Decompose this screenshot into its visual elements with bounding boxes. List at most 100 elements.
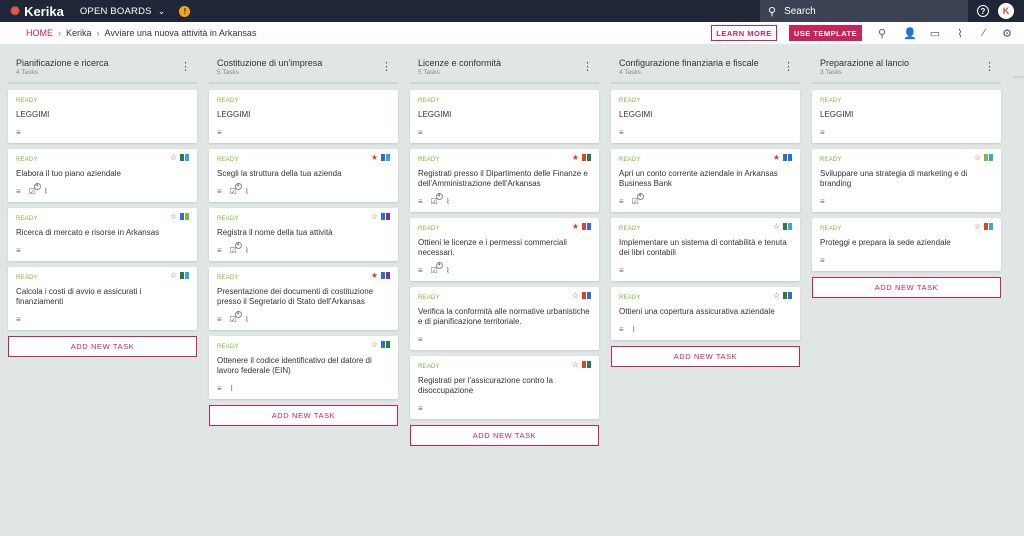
task-card[interactable]: READY Registrati per l'assicurazione cont… bbox=[410, 356, 599, 419]
column-task-count: 4 Tasks bbox=[619, 69, 641, 76]
more-vert-icon[interactable]: ⋮ bbox=[180, 62, 191, 73]
star-filled-icon[interactable]: ★ bbox=[371, 271, 378, 280]
checklist-count: 4 bbox=[33, 182, 41, 190]
search-input[interactable] bbox=[784, 5, 955, 17]
description-icon: ≡ bbox=[619, 324, 624, 334]
star-outline-icon[interactable]: ☆ bbox=[572, 291, 579, 300]
add-new-task-button[interactable]: ADD NEW TASK bbox=[611, 346, 800, 367]
add-person-icon[interactable]: 👤 bbox=[903, 26, 917, 40]
star-outline-icon[interactable]: ☆ bbox=[974, 153, 981, 162]
add-new-task-button[interactable]: ADD NEW TASK bbox=[812, 277, 1001, 298]
task-status: READY bbox=[820, 98, 842, 104]
star-outline-icon[interactable]: ☆ bbox=[170, 212, 177, 221]
bookmark-flag-icon bbox=[989, 154, 993, 161]
add-new-task-button[interactable]: ADD NEW TASK bbox=[410, 425, 599, 446]
description-icon: ≡ bbox=[16, 314, 21, 324]
task-card[interactable]: READY Apri un conto corrente aziendale in… bbox=[611, 149, 800, 212]
breadcrumb-account[interactable]: Kerika bbox=[66, 28, 92, 38]
task-card[interactable]: READY Implementare un sistema di contabil… bbox=[611, 218, 800, 281]
task-title: Verifica la conformità alle normative ur… bbox=[418, 307, 590, 326]
more-vert-icon[interactable]: ⋮ bbox=[783, 62, 794, 73]
checklist-icon: ☑ 4 bbox=[431, 261, 443, 275]
task-card[interactable]: READY Verifica la conformità alle normati… bbox=[410, 287, 599, 350]
help-icon[interactable]: ? bbox=[977, 5, 989, 17]
task-status: READY bbox=[217, 344, 239, 350]
app-logo[interactable]: ✺ Kerika bbox=[10, 4, 64, 19]
bookmark-flag-icon bbox=[180, 272, 184, 279]
task-card[interactable]: READY Ottieni le licenze e i permessi com… bbox=[410, 218, 599, 281]
task-card[interactable]: READY Registra il nome della tua attività… bbox=[209, 208, 398, 261]
wand-icon[interactable]: ⁄ bbox=[977, 26, 991, 40]
avatar[interactable]: K bbox=[998, 3, 1014, 19]
star-filled-icon[interactable]: ★ bbox=[572, 222, 579, 231]
column-title[interactable]: Licenze e conformità bbox=[418, 58, 599, 68]
more-vert-icon[interactable]: ⋮ bbox=[582, 62, 593, 73]
description-icon: ≡ bbox=[619, 196, 624, 206]
task-status: READY bbox=[16, 98, 38, 104]
star-filled-icon[interactable]: ★ bbox=[572, 153, 579, 162]
task-icons: ≡ bbox=[418, 403, 591, 413]
description-icon: ≡ bbox=[217, 127, 222, 137]
task-card[interactable]: READY Presentazione dei documenti di cost… bbox=[209, 267, 398, 330]
task-icons: ≡ bbox=[820, 127, 993, 137]
star-outline-icon[interactable]: ☆ bbox=[170, 153, 177, 162]
attachment-icon[interactable]: ⌇ bbox=[953, 26, 967, 40]
use-template-button[interactable]: USE TEMPLATE bbox=[789, 25, 862, 41]
task-card[interactable]: READY Ricerca di mercato e risorse in Ark… bbox=[8, 208, 197, 261]
task-status: READY bbox=[418, 364, 440, 370]
task-title: Registrati presso il Dipartimento delle … bbox=[418, 169, 588, 188]
task-icons: ≡ ☑ 4 ⌇ bbox=[418, 192, 591, 206]
learn-more-button[interactable]: LEARN MORE bbox=[711, 25, 777, 41]
star-filled-icon[interactable]: ★ bbox=[371, 153, 378, 162]
star-outline-icon[interactable]: ☆ bbox=[371, 340, 378, 349]
chat-icon[interactable]: ▭ bbox=[928, 26, 942, 40]
task-title: Ottenere il codice identificativo del da… bbox=[217, 356, 372, 375]
task-card[interactable]: READY LEGGIMI ≡ bbox=[611, 90, 800, 143]
description-icon: ≡ bbox=[418, 403, 423, 413]
task-card[interactable]: READY Registrati presso il Dipartimento d… bbox=[410, 149, 599, 212]
task-card[interactable]: READY Elabora il tuo piano aziendale ≡ ☑ 4 ⌇ ☆ bbox=[8, 149, 197, 202]
add-new-task-button[interactable]: ADD NEW TASK bbox=[8, 336, 197, 357]
search-box[interactable]: ⚲ bbox=[760, 0, 968, 22]
task-card[interactable]: READY LEGGIMI ≡ bbox=[812, 90, 1001, 143]
open-boards-menu[interactable]: OPEN BOARDS ⌄ bbox=[80, 6, 166, 17]
task-card[interactable]: READY Proteggi e prepara la sede aziendal… bbox=[812, 218, 1001, 271]
task-card[interactable]: READY Scegli la struttura della tua azien… bbox=[209, 149, 398, 202]
bookmark-flag-icon bbox=[783, 154, 787, 161]
task-card[interactable]: READY LEGGIMI ≡ bbox=[410, 90, 599, 143]
breadcrumb-home[interactable]: HOME bbox=[26, 28, 53, 38]
star-outline-icon[interactable]: ☆ bbox=[371, 212, 378, 221]
column-header: Costituzione di un'impresa 5 Tasks ⋮ bbox=[209, 58, 398, 84]
task-card[interactable]: READY Ottieni una copertura assicurativa … bbox=[611, 287, 800, 340]
add-new-task-button[interactable]: ADD NEW TASK bbox=[209, 405, 398, 426]
task-icons: ≡ bbox=[418, 334, 591, 344]
column-title[interactable]: Preparazione al lancio bbox=[820, 58, 1001, 68]
gear-icon[interactable]: ⚙ bbox=[1000, 26, 1014, 40]
column-title[interactable]: Costituzione di un'impresa bbox=[217, 58, 398, 68]
task-flags: ☆ bbox=[773, 222, 792, 231]
attachment-icon: ⌇ bbox=[445, 196, 450, 206]
star-outline-icon[interactable]: ☆ bbox=[773, 291, 780, 300]
column-title[interactable]: Pianificazione e ricerca bbox=[16, 58, 197, 68]
task-title: Proteggi e prepara la sede aziendale bbox=[820, 238, 951, 247]
task-card[interactable]: READY Sviluppare una strategia di marketi… bbox=[812, 149, 1001, 212]
task-card[interactable]: READY Calcola i costi di avvio e assicura… bbox=[8, 267, 197, 330]
star-outline-icon[interactable]: ☆ bbox=[773, 222, 780, 231]
task-card[interactable]: READY LEGGIMI ≡ bbox=[209, 90, 398, 143]
more-vert-icon[interactable]: ⋮ bbox=[984, 62, 995, 73]
chevron-right-icon: › bbox=[58, 28, 61, 38]
more-vert-icon[interactable]: ⋮ bbox=[381, 62, 392, 73]
task-card[interactable]: READY Ottenere il codice identificativo d… bbox=[209, 336, 398, 399]
task-title: LEGGIMI bbox=[619, 110, 653, 119]
task-card[interactable]: READY LEGGIMI ≡ bbox=[8, 90, 197, 143]
task-status: READY bbox=[418, 226, 440, 232]
notification-badge[interactable]: ! bbox=[179, 5, 191, 17]
bookmark-flag-icon bbox=[587, 154, 591, 161]
task-title: Registrati per l'assicurazione contro la… bbox=[418, 376, 553, 395]
star-outline-icon[interactable]: ☆ bbox=[974, 222, 981, 231]
star-outline-icon[interactable]: ☆ bbox=[572, 360, 579, 369]
star-outline-icon[interactable]: ☆ bbox=[170, 271, 177, 280]
star-filled-icon[interactable]: ★ bbox=[773, 153, 780, 162]
search-board-icon[interactable]: ⚲ bbox=[875, 26, 889, 40]
column-title[interactable]: Configurazione finanziaria e fiscale bbox=[619, 58, 800, 68]
